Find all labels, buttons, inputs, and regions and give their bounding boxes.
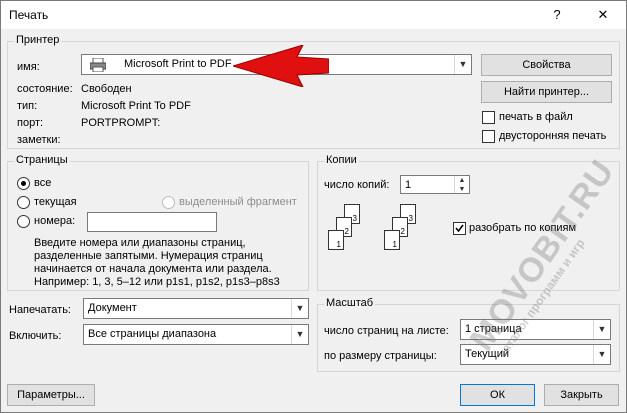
collate-checkbox[interactable] (453, 222, 466, 235)
pages-hint-line-3: начинается от начала документа или разде… (34, 263, 272, 275)
pages-current-label[interactable]: текущая (34, 196, 77, 208)
chevron-down-icon[interactable]: ▼ (454, 55, 471, 74)
pages-all-radio[interactable] (17, 177, 30, 190)
include-select[interactable]: Все страницы диапазона ▼ (83, 324, 309, 345)
copies-count-value: 1 (405, 179, 412, 191)
printer-status-label: состояние: (17, 83, 73, 95)
pages-numbers-label[interactable]: номера: (34, 215, 75, 227)
close-icon[interactable]: ✕ (585, 1, 621, 29)
pages-per-sheet-label: число страниц на листе: (324, 325, 449, 337)
printer-status-value: Свободен (81, 83, 132, 95)
copies-count-label: число копий: (324, 179, 390, 191)
copies-count-spinner[interactable]: 1 ▲ ▼ (400, 175, 470, 194)
copy-page-number: 2 (400, 227, 405, 236)
spin-up-icon[interactable]: ▲ (454, 176, 469, 185)
print-to-file-checkbox[interactable] (482, 111, 495, 124)
chevron-down-icon[interactable]: ▼ (291, 299, 308, 318)
checkmark-icon (455, 224, 464, 233)
pages-legend: Страницы (14, 154, 70, 166)
printer-port-label: порт: (17, 117, 44, 129)
copy-page-number: 1 (392, 240, 397, 249)
properties-button[interactable]: Свойства (481, 54, 612, 76)
print-to-file-label[interactable]: печать в файл (499, 111, 573, 123)
pages-hint-line-1: Введите номера или диапазоны страниц, (34, 237, 246, 249)
printer-name-label: имя: (17, 61, 40, 73)
printer-name-value: Microsoft Print to PDF (124, 58, 232, 70)
scale-legend: Масштаб (324, 297, 376, 309)
copy-page-icon: 1 (328, 230, 344, 250)
copy-page-number: 2 (344, 227, 349, 236)
printer-type-label: тип: (17, 100, 38, 112)
include-label: Включить: (9, 330, 62, 342)
pages-numbers-radio[interactable] (17, 215, 30, 228)
help-icon[interactable]: ? (539, 1, 575, 29)
printer-icon (90, 58, 106, 72)
options-button[interactable]: Параметры... (7, 384, 95, 406)
duplex-label[interactable]: двусторонняя печать (499, 130, 606, 142)
window-title: Печать (9, 8, 49, 22)
red-arrow-icon (233, 45, 329, 87)
printer-notes-label: заметки: (17, 134, 61, 146)
pages-all-label[interactable]: все (34, 177, 51, 189)
copy-page-number: 3 (352, 214, 357, 223)
page-numbers-input[interactable] (87, 212, 217, 232)
printer-legend: Принтер (14, 34, 62, 46)
chevron-down-icon[interactable]: ▼ (593, 345, 610, 364)
title-bar: Печать ? ✕ (1, 1, 626, 29)
printer-port-value: PORTPROMPT: (81, 117, 161, 129)
close-button[interactable]: Закрыть (544, 384, 619, 406)
pages-selection-label[interactable]: выделенный фрагмент (179, 196, 297, 208)
include-value: Все страницы диапазона (88, 328, 217, 340)
pages-hint-line-4: Например: 1, 3, 5–12 или p1s1, p1s2, p1s… (34, 276, 280, 288)
duplex-checkbox[interactable] (482, 130, 495, 143)
print-what-value: Документ (88, 302, 137, 314)
print-what-select[interactable]: Документ ▼ (83, 298, 309, 319)
chevron-down-icon[interactable]: ▼ (593, 320, 610, 339)
copy-page-number: 3 (408, 214, 413, 223)
find-printer-button[interactable]: Найти принтер... (481, 81, 612, 103)
copies-legend: Копии (324, 154, 359, 166)
pages-selection-radio[interactable] (162, 196, 175, 209)
chevron-down-icon[interactable]: ▼ (291, 325, 308, 344)
pages-hint-line-2: разделенные запятыми. Нумерация страниц (34, 250, 263, 262)
ok-button[interactable]: ОК (460, 384, 535, 406)
fit-to-page-label: по размеру страницы: (324, 350, 437, 362)
copy-page-icon: 1 (384, 230, 400, 250)
printer-type-value: Microsoft Print To PDF (81, 100, 191, 112)
pages-current-radio[interactable] (17, 196, 30, 209)
copy-page-number: 1 (336, 240, 341, 249)
print-dialog: Печать ? ✕ Принтер имя: Microsoft Print … (0, 0, 627, 413)
print-what-label: Напечатать: (9, 304, 71, 316)
spin-down-icon[interactable]: ▼ (454, 184, 469, 193)
